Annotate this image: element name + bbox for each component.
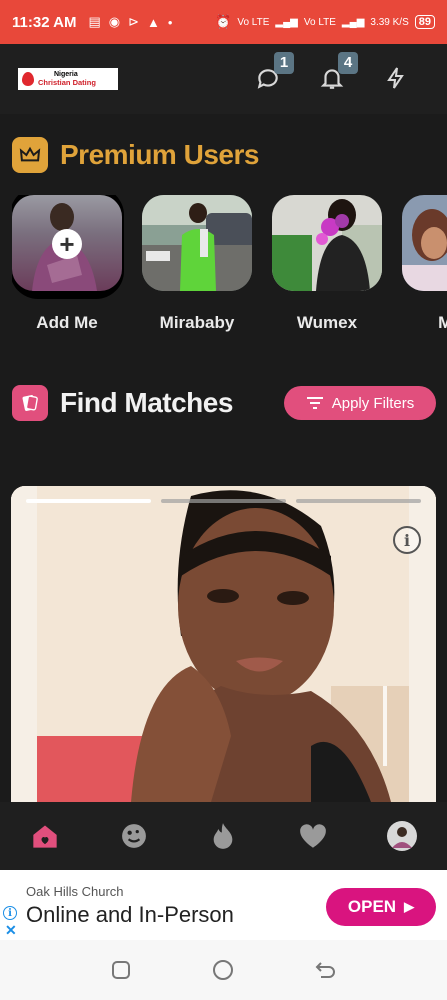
- back-icon[interactable]: [315, 960, 337, 980]
- matches-section-header: Find Matches: [12, 385, 233, 421]
- network-2: Vo LTE: [303, 16, 336, 28]
- photo-progress-segment: [26, 499, 151, 503]
- photo-progress-segment: [296, 499, 421, 503]
- home-circle-icon[interactable]: [212, 959, 234, 981]
- ad-info-icon[interactable]: i: [3, 906, 17, 920]
- system-navigation: [0, 940, 447, 1000]
- lightning-icon: [387, 67, 404, 89]
- ad-banner[interactable]: Oak Hills Church Online and In-Person i …: [0, 870, 447, 940]
- info-button[interactable]: i: [393, 526, 421, 554]
- nav-likes[interactable]: [293, 816, 333, 856]
- match-photo[interactable]: [11, 486, 436, 802]
- play-icon: ⊳: [128, 14, 140, 29]
- premium-users-list: + Add Me Mirababy Wumex M: [12, 195, 447, 345]
- signal-icon-2: ▂▄▆: [341, 16, 365, 28]
- premium-user-card[interactable]: Mirababy: [142, 195, 252, 345]
- dot-icon: •: [167, 14, 173, 30]
- net-speed: 3.39 K/S: [370, 16, 409, 28]
- emoji-face-icon: [122, 824, 146, 848]
- photo-progress-segment: [161, 499, 286, 503]
- app-header: Nigeria Christian Dating 1 4: [0, 44, 447, 114]
- nav-home[interactable]: [25, 816, 65, 856]
- messages-badge: 1: [274, 52, 294, 74]
- ad-headline: Online and In-Person: [26, 902, 234, 927]
- notifications-badge: 4: [338, 52, 358, 74]
- android-icon: ▲: [147, 14, 160, 30]
- add-photo-icon[interactable]: +: [52, 229, 82, 259]
- ad-advertiser: Oak Hills Church: [26, 884, 124, 899]
- home-icon: [33, 825, 57, 848]
- messages-button[interactable]: 1: [252, 52, 294, 94]
- photo-progress: [26, 499, 421, 503]
- premium-section-header: Premium Users: [12, 137, 259, 173]
- network-1: Vo LTE: [237, 16, 270, 28]
- messenger-icon: ◉: [108, 14, 121, 29]
- premium-user-photo[interactable]: [142, 195, 252, 291]
- apply-filters-button[interactable]: Apply Filters: [284, 386, 436, 420]
- app-logo: Nigeria Christian Dating: [18, 68, 118, 90]
- signal-icon: ▂▄▆: [275, 16, 298, 28]
- ad-open-button[interactable]: OPEN ▶: [326, 888, 436, 926]
- premium-title: Premium Users: [60, 139, 259, 170]
- nav-profile[interactable]: [382, 816, 422, 856]
- notifications-button[interactable]: 4: [316, 52, 358, 94]
- heart-icon: [299, 824, 326, 848]
- premium-user-name: Wumex: [296, 313, 358, 332]
- crown-icon: [12, 137, 48, 173]
- boost-button[interactable]: [380, 62, 412, 94]
- filter-icon: [306, 397, 323, 409]
- battery-indicator: 89: [414, 15, 435, 29]
- premium-user-card[interactable]: Wumex: [272, 195, 382, 345]
- status-bar: 11:32 AM ▤ ◉ ⊳ ▲ • ⏰ Vo LTE ▂▄▆ Vo LTE ▂…: [0, 0, 447, 44]
- premium-user-photo[interactable]: [402, 195, 447, 291]
- nav-hot[interactable]: [203, 816, 243, 856]
- ad-cta-label: OPEN: [347, 897, 397, 916]
- premium-user-name: Add Me: [36, 313, 98, 332]
- cards-icon: [12, 385, 48, 421]
- logo-line2: Christian Dating: [38, 78, 96, 87]
- news-icon: ▤: [88, 14, 101, 29]
- flame-icon: [214, 823, 233, 849]
- add-me-item[interactable]: + Add Me: [12, 195, 124, 345]
- recents-icon[interactable]: [111, 960, 131, 980]
- match-card[interactable]: i: [11, 486, 436, 802]
- matches-title: Find Matches: [60, 387, 233, 418]
- premium-user-name: Mirababy: [159, 313, 235, 332]
- play-arrow-icon: ▶: [404, 899, 415, 914]
- bottom-navigation: [0, 802, 447, 870]
- apply-filters-label: Apply Filters: [331, 394, 415, 412]
- status-time: 11:32 AM: [12, 13, 77, 31]
- ad-close-icon[interactable]: ✕: [5, 922, 17, 939]
- profile-avatar: [387, 821, 418, 851]
- premium-user-card[interactable]: Mhiz: [402, 195, 447, 345]
- premium-user-name: Mhiz: [438, 313, 447, 332]
- premium-user-photo[interactable]: [272, 195, 382, 291]
- alarm-icon: ⏰: [215, 14, 232, 29]
- nav-discover[interactable]: [114, 816, 154, 856]
- logo-drop-icon: [22, 72, 34, 86]
